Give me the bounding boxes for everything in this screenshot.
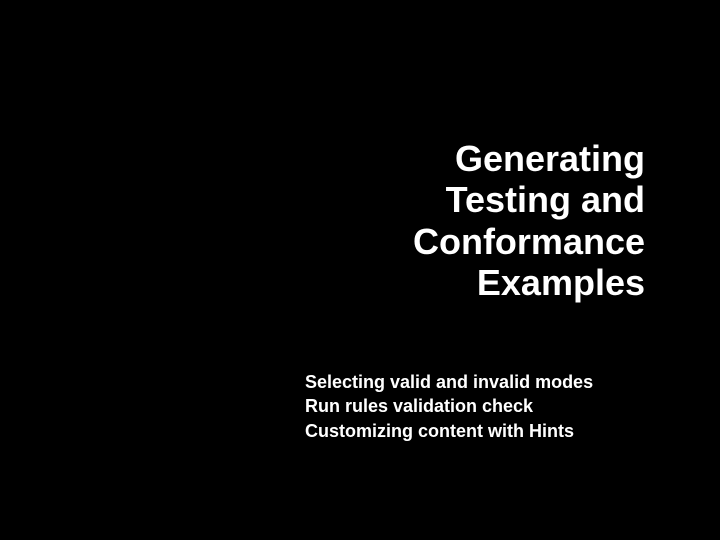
slide: Generating Testing and Conformance Examp…	[0, 0, 720, 540]
title-line: Conformance	[413, 221, 645, 262]
bullet-item: Run rules validation check	[305, 394, 593, 418]
title-line: Testing and	[413, 179, 645, 220]
bullet-item: Customizing content with Hints	[305, 419, 593, 443]
bullet-item: Selecting valid and invalid modes	[305, 370, 593, 394]
title-line: Examples	[413, 262, 645, 303]
bullet-list: Selecting valid and invalid modes Run ru…	[305, 370, 593, 443]
slide-title: Generating Testing and Conformance Examp…	[413, 138, 645, 304]
title-line: Generating	[413, 138, 645, 179]
